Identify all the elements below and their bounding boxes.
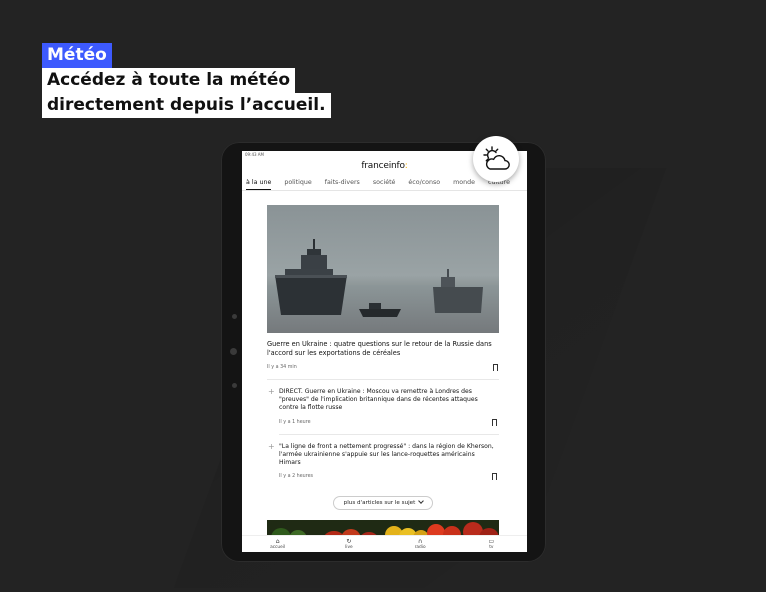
nav-label: tv bbox=[489, 545, 494, 550]
feature-tag: Météo bbox=[42, 43, 112, 68]
tablet-sensor bbox=[232, 383, 237, 388]
weather-button[interactable] bbox=[473, 136, 519, 182]
lead-article-title[interactable]: Guerre en Ukraine : quatre questions sur… bbox=[267, 340, 495, 358]
more-articles-wrap: plus d'articles sur le sujet bbox=[267, 489, 499, 511]
home-icon: ⌂ bbox=[275, 538, 280, 545]
plus-icon: + bbox=[268, 387, 275, 396]
tab-eco-conso[interactable]: éco/conso bbox=[408, 175, 440, 190]
related-article-title[interactable]: "La ligne de front a nettement progressé… bbox=[279, 443, 498, 468]
bottom-navigation: ⌂ accueil ↻ live ∩ radio ▭ tv bbox=[242, 535, 527, 552]
boat-illustration bbox=[359, 303, 401, 317]
related-article[interactable]: + DIRECT. Guerre en Ukraine : Moscou va … bbox=[267, 387, 499, 429]
related-article-time: Il y a 1 heure bbox=[279, 419, 311, 425]
nav-label: live bbox=[345, 545, 353, 550]
tablet-sensor bbox=[232, 314, 237, 319]
brand-dot: : bbox=[404, 161, 408, 171]
divider bbox=[279, 433, 499, 435]
headline-line-1: Accédez à toute la météo bbox=[42, 68, 296, 93]
nav-label: accueil bbox=[270, 545, 286, 550]
brand-name: franceinfo bbox=[361, 161, 405, 171]
sun-cloud-icon bbox=[483, 146, 510, 170]
related-article-time: Il y a 2 heures bbox=[279, 474, 314, 480]
more-articles-button[interactable]: plus d'articles sur le sujet bbox=[332, 496, 434, 511]
cargo-ship-illustration bbox=[275, 239, 347, 315]
related-article[interactable]: + "La ligne de front a nettement progres… bbox=[267, 441, 499, 484]
related-article-title[interactable]: DIRECT. Guerre en Ukraine : Moscou va re… bbox=[279, 388, 498, 413]
headphones-icon: ∩ bbox=[417, 538, 423, 545]
tab-faits-divers[interactable]: faits-divers bbox=[325, 175, 360, 190]
nav-live[interactable]: ↻ live bbox=[324, 536, 374, 552]
tablet-camera bbox=[230, 348, 237, 355]
lead-article-time: Il y a 34 min bbox=[267, 365, 297, 370]
tab-politique[interactable]: politique bbox=[284, 175, 311, 190]
article-feed: Guerre en Ukraine : quatre questions sur… bbox=[267, 205, 499, 545]
more-articles-label: plus d'articles sur le sujet bbox=[343, 500, 416, 507]
status-time: 09:43 AM bbox=[245, 152, 264, 157]
bookmark-icon[interactable] bbox=[492, 473, 497, 484]
nav-accueil[interactable]: ⌂ accueil bbox=[253, 536, 303, 552]
chevron-down-icon bbox=[418, 498, 425, 505]
nav-label: radio bbox=[414, 545, 426, 550]
app-screen: 09:43 AM franceinfo: à la une politique … bbox=[242, 151, 527, 552]
nav-tv[interactable]: ▭ tv bbox=[466, 536, 516, 552]
cargo-ship-illustration bbox=[433, 269, 483, 313]
tv-icon: ▭ bbox=[488, 538, 495, 545]
divider bbox=[267, 379, 499, 380]
lead-article-meta: Il y a 34 min bbox=[267, 364, 499, 374]
bookmark-icon[interactable] bbox=[493, 364, 498, 374]
headline-line-2: directement depuis l’accueil. bbox=[42, 93, 331, 118]
live-icon: ↻ bbox=[346, 538, 352, 545]
lead-article-image[interactable] bbox=[267, 205, 499, 333]
tab-monde[interactable]: monde bbox=[453, 175, 475, 190]
plus-icon: + bbox=[268, 441, 275, 451]
bookmark-icon[interactable] bbox=[492, 418, 497, 429]
nav-radio[interactable]: ∩ radio bbox=[395, 536, 445, 552]
tab-a-la-une[interactable]: à la une bbox=[246, 175, 272, 190]
tab-societe[interactable]: société bbox=[373, 175, 396, 190]
